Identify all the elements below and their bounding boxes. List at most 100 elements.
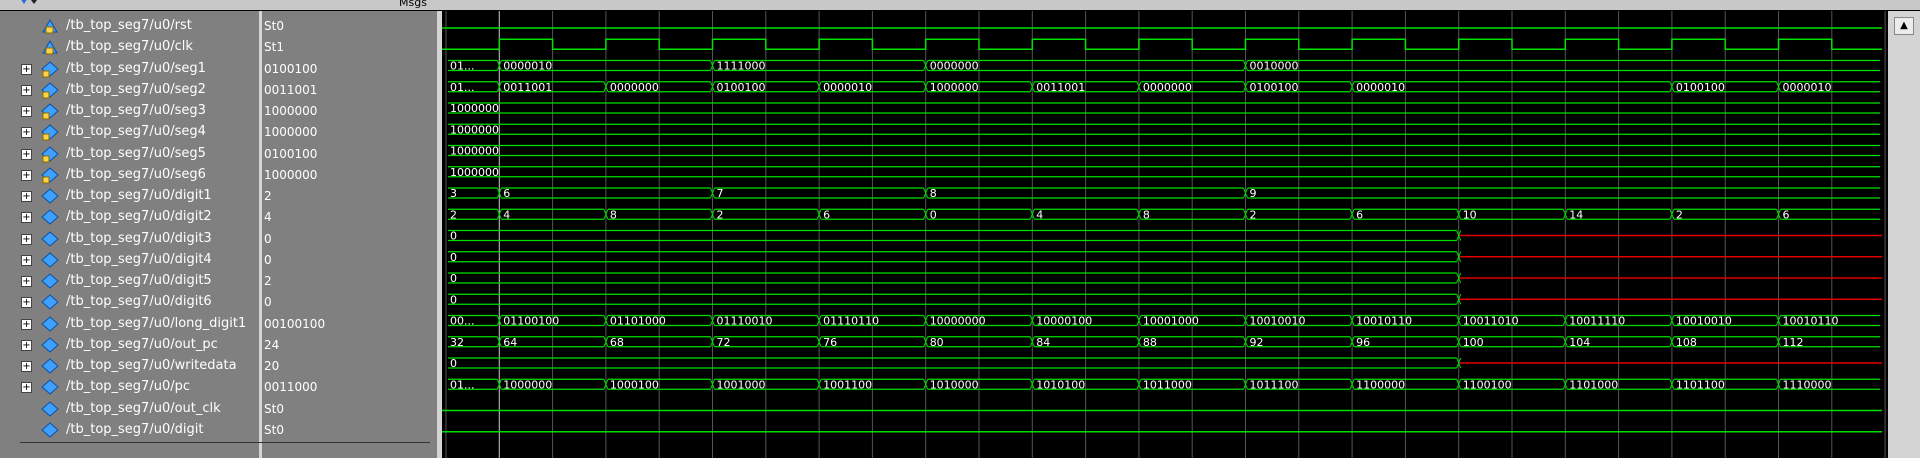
signal-name: /tb_top_seg7/u0/out_clk — [66, 400, 221, 416]
bus-value-label: 0000010 — [823, 81, 872, 94]
bus-value-label: 10010010 — [1250, 315, 1306, 328]
signal-row[interactable]: /tb_top_seg7/u0/clk — [0, 37, 259, 58]
expand-plus-icon[interactable]: + — [21, 127, 32, 139]
bus-value-label: 01... — [450, 378, 475, 391]
bus-value-label: 6 — [503, 187, 510, 200]
signal-value: 0100100 — [264, 61, 318, 76]
bus-value-label: 80 — [930, 336, 944, 349]
signal-row[interactable]: + /tb_top_seg7/u0/seg5 — [0, 144, 259, 165]
signal-value: 20 — [264, 359, 280, 373]
bus-value-label: 6 — [1356, 208, 1363, 221]
signal-value: 4 — [264, 210, 272, 225]
bus-value-label: 10000100 — [1036, 315, 1092, 328]
bus-value-label: 8 — [930, 187, 937, 200]
expand-plus-icon[interactable]: + — [21, 339, 32, 351]
bus-value-label: 01100100 — [503, 315, 559, 328]
bus-value-label: 1100100 — [1463, 378, 1512, 391]
signal-name: /tb_top_seg7/u0/long_digit1 — [66, 315, 247, 331]
bus-value-label: 0 — [450, 272, 457, 285]
bus-value-label: 0000000 — [1143, 81, 1192, 94]
bus-value-label: 1100000 — [1356, 378, 1405, 391]
internal-bus-icon — [41, 294, 59, 311]
bus-value-label: 108 — [1676, 336, 1697, 349]
expand-plus-icon[interactable]: + — [21, 254, 32, 266]
signal-row[interactable]: + /tb_top_seg7/u0/seg1 — [0, 59, 259, 80]
bus-value-label: 112 — [1783, 336, 1804, 349]
expand-plus-icon[interactable]: + — [21, 191, 32, 202]
signal-row[interactable]: /tb_top_seg7/u0/out_clk — [0, 399, 259, 420]
expand-plus-icon[interactable]: + — [21, 297, 32, 309]
expand-plus-icon[interactable]: + — [21, 318, 32, 330]
signal-value: 1000000 — [264, 125, 318, 140]
wave-menu-icon[interactable] — [18, 0, 40, 8]
signal-row[interactable]: /tb_top_seg7/u0/rst — [0, 16, 259, 37]
signal-name: /tb_top_seg7/u0/writedata — [66, 358, 237, 373]
bus-value-label: 01... — [450, 81, 475, 94]
bus-value-label: 0 — [450, 293, 457, 306]
signal-row[interactable]: + /tb_top_seg7/u0/long_digit1 — [0, 314, 259, 335]
expand-plus-icon[interactable]: + — [21, 382, 32, 394]
signal-name: /tb_top_seg7/u0/seg5 — [66, 145, 206, 161]
output-bus-icon — [41, 103, 59, 120]
expand-plus-icon[interactable]: + — [21, 212, 32, 224]
signal-name: /tb_top_seg7/u0/seg2 — [66, 81, 206, 97]
scroll-up-icon[interactable]: ▲ — [1894, 17, 1914, 35]
signal-row[interactable]: + /tb_top_seg7/u0/digit2 — [0, 207, 259, 228]
internal-bus-icon — [41, 315, 59, 333]
expand-plus-icon[interactable]: + — [21, 148, 32, 160]
bus-value-label: 1000000 — [930, 81, 979, 94]
bus-value-label: 1011000 — [1143, 378, 1192, 391]
bus-value-label: 10000000 — [930, 315, 986, 328]
expand-plus-icon[interactable]: + — [21, 63, 32, 75]
input-port-icon — [41, 39, 59, 56]
expand-plus-icon[interactable]: + — [21, 106, 32, 117]
signal-name: /tb_top_seg7/u0/seg3 — [66, 103, 206, 118]
signal-value: 24 — [264, 337, 280, 352]
bus-value-label: 10001000 — [1143, 315, 1199, 328]
expand-plus-icon[interactable]: + — [21, 84, 32, 96]
bus-value-label: 2 — [1676, 208, 1683, 221]
bus-value-label: 92 — [1250, 336, 1264, 349]
expand-plus-icon[interactable]: + — [21, 361, 32, 372]
vertical-scrollbar[interactable]: ▲ — [1888, 11, 1920, 458]
signal-row[interactable]: + /tb_top_seg7/u0/digit1 — [0, 186, 259, 207]
signal-row[interactable]: + /tb_top_seg7/u0/digit5 — [0, 271, 259, 292]
bus-value-label: 0000010 — [1356, 81, 1405, 94]
signal-row[interactable]: + /tb_top_seg7/u0/digit4 — [0, 250, 259, 271]
internal-bit-icon — [41, 400, 59, 418]
signal-row[interactable]: + /tb_top_seg7/u0/seg4 — [0, 122, 259, 143]
signal-row[interactable]: /tb_top_seg7/u0/digit — [0, 420, 259, 441]
signal-row[interactable]: + /tb_top_seg7/u0/seg2 — [0, 80, 259, 101]
expand-plus-icon[interactable]: + — [21, 276, 32, 287]
expand-plus-icon[interactable]: + — [21, 169, 32, 181]
bus-value-label: 0011001 — [503, 81, 552, 94]
expand-plus-icon[interactable]: + — [21, 233, 32, 245]
bus-value-label: 01... — [450, 60, 475, 73]
bus-value-label: 0 — [930, 208, 937, 221]
bus-value-label: 96 — [1356, 336, 1370, 349]
internal-bus-icon — [41, 379, 59, 396]
waveform-canvas[interactable]: 01... 0000010 1111000 0000000 001000001... 00… — [442, 11, 1888, 458]
output-bus-icon — [41, 60, 59, 78]
signal-row[interactable]: + /tb_top_seg7/u0/out_pc — [0, 335, 259, 356]
bus-value-label: 10011110 — [1569, 315, 1625, 328]
bus-value-label: 1111000 — [717, 60, 766, 73]
signal-row[interactable]: + /tb_top_seg7/u0/seg6 — [0, 165, 259, 186]
signal-row[interactable]: + /tb_top_seg7/u0/writedata — [0, 356, 259, 377]
signal-name: /tb_top_seg7/u0/seg6 — [66, 166, 206, 182]
bus-value-label: 100 — [1463, 336, 1484, 349]
signal-value: St0 — [264, 422, 284, 437]
signal-name: /tb_top_seg7/u0/digit6 — [66, 294, 212, 310]
bus-value-label: 10010110 — [1356, 315, 1412, 328]
signal-row[interactable]: + /tb_top_seg7/u0/seg3 — [0, 101, 259, 122]
signal-row[interactable]: + /tb_top_seg7/u0/pc — [0, 377, 259, 398]
signal-name: /tb_top_seg7/u0/out_pc — [66, 336, 218, 352]
bus-value-label: 3 — [450, 187, 457, 200]
signal-value: 0100100 — [264, 146, 318, 161]
bus-value-label: 01110110 — [823, 315, 879, 328]
list-end-divider — [20, 442, 430, 443]
signal-row[interactable]: + /tb_top_seg7/u0/digit3 — [0, 229, 259, 250]
signal-name: /tb_top_seg7/u0/seg4 — [66, 124, 206, 140]
internal-bus-icon — [41, 337, 59, 354]
signal-row[interactable]: + /tb_top_seg7/u0/digit6 — [0, 292, 259, 313]
